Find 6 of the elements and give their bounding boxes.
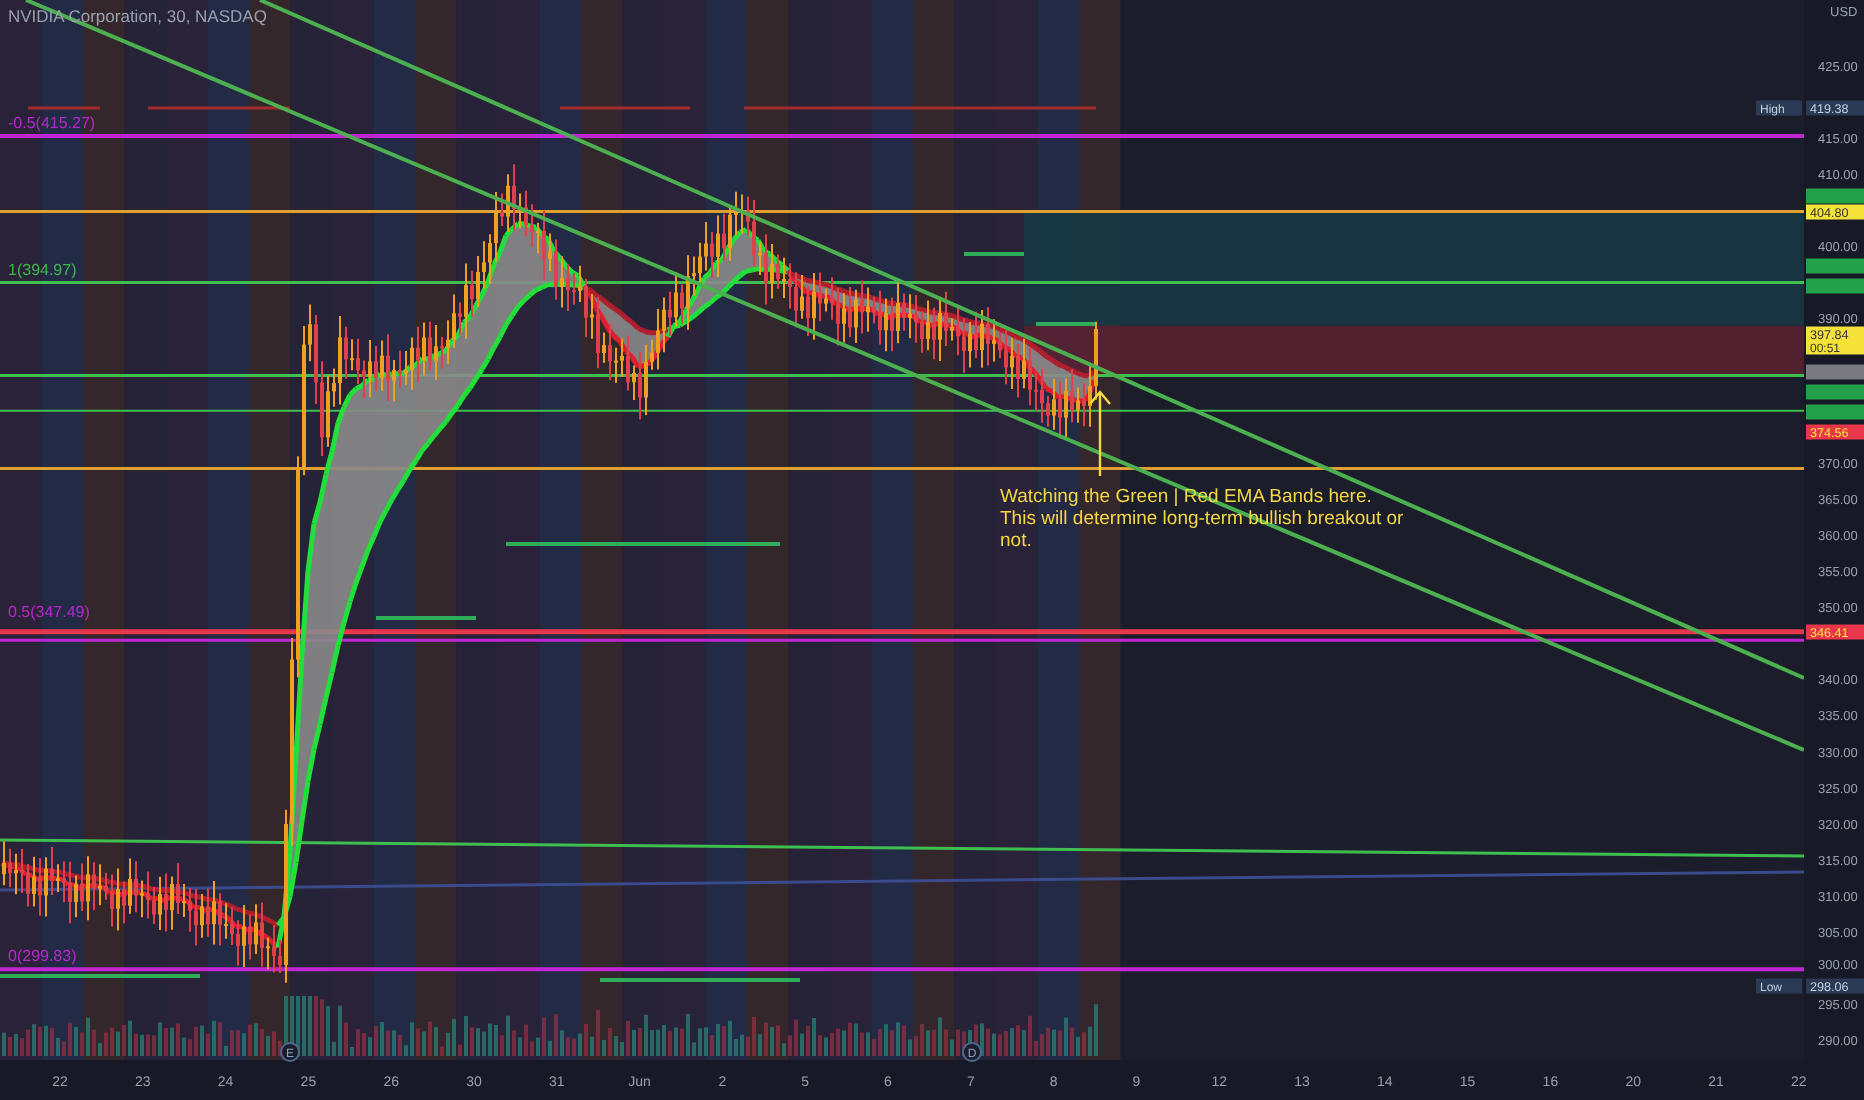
fib-level-label: 0(299.83) [8,947,77,966]
fib-level-label: 0.5(347.49) [8,603,90,622]
fib-level-label: 1(394.97) [8,260,77,279]
symbol-title: NVIDIA Corporation, 30, NASDAQ [8,6,267,26]
up-arrow-drawing [1089,390,1111,476]
fib-level-label: -0.5(415.27) [8,114,96,133]
